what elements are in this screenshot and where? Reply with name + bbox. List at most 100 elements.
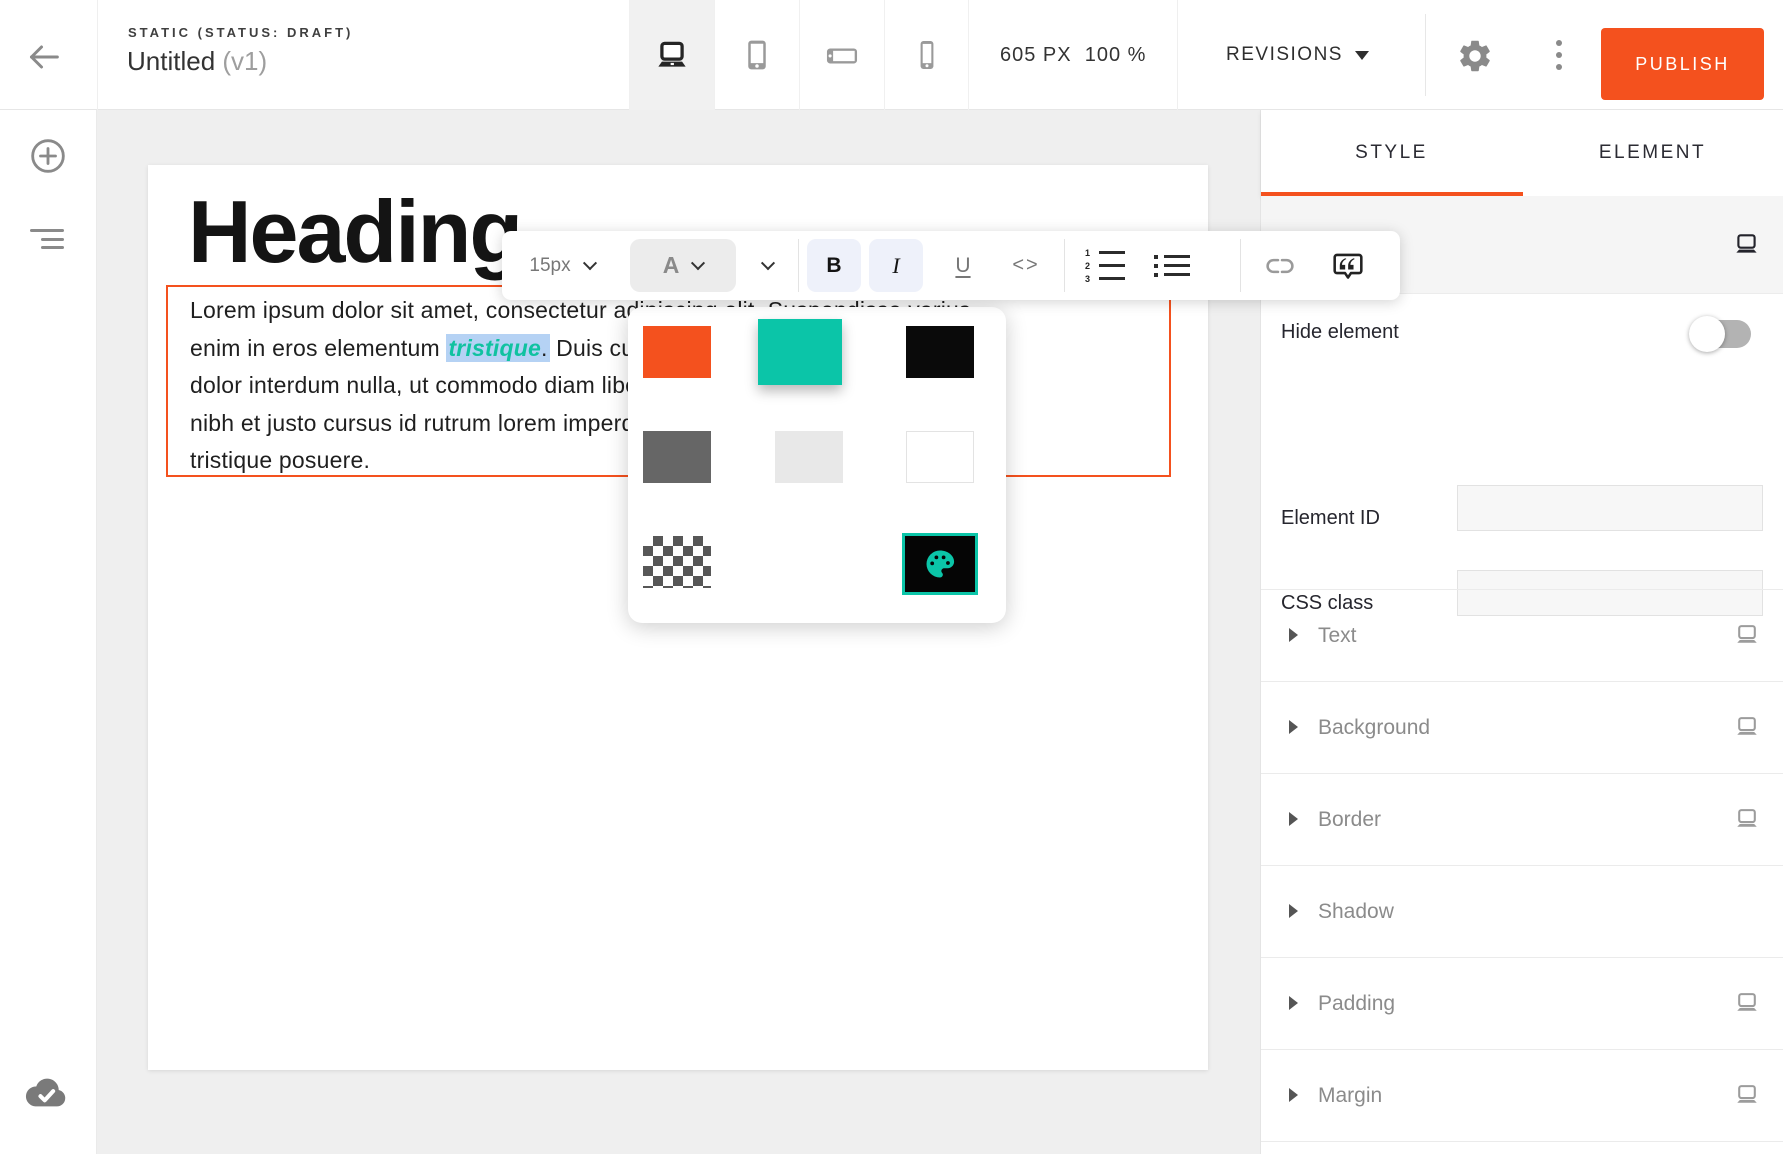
canvas-zoom-value: 100 % [1085, 44, 1147, 66]
chevron-down-icon [1355, 51, 1369, 60]
caret-right-icon [1289, 1088, 1298, 1102]
laptop-icon [1734, 623, 1760, 652]
status-label: STATIC (STATUS: DRAFT) [128, 25, 353, 40]
link-button[interactable] [1250, 231, 1310, 300]
save-status [22, 1070, 72, 1110]
caret-right-icon [1289, 812, 1298, 826]
element-id-label: Element ID [1281, 507, 1380, 530]
accordion-background[interactable]: Background [1261, 682, 1783, 773]
heading-element[interactable]: Heading [188, 181, 521, 283]
text-format-toolbar: 15px A B I U <> 1 2 3 [502, 231, 1400, 300]
text-color-dropdown[interactable]: A [630, 239, 736, 292]
top-bar: STATIC (STATUS: DRAFT) Untitled (v1) [0, 0, 1783, 110]
laptop-icon [1734, 715, 1760, 744]
tab-element[interactable]: ELEMENT [1522, 110, 1783, 196]
phone-landscape-icon [825, 40, 859, 70]
text-color-letter: A [663, 252, 680, 279]
styled-word: tristique [448, 335, 541, 361]
chevron-down-icon [691, 256, 705, 270]
layers-button[interactable] [30, 229, 66, 253]
divider [97, 0, 98, 110]
color-picker-popup [628, 307, 1006, 623]
font-size-value: 15px [529, 255, 570, 277]
color-swatch-black[interactable] [906, 326, 974, 378]
link-icon [1264, 250, 1296, 282]
color-swatch-transparent[interactable] [643, 536, 711, 588]
divider [1064, 239, 1065, 292]
arrow-left-icon [24, 37, 64, 77]
doc-version: (v1) [222, 46, 267, 76]
back-button[interactable] [24, 37, 64, 77]
publish-button[interactable]: PUBLISH [1601, 28, 1764, 100]
bold-button[interactable]: B [807, 239, 861, 292]
accordion-margin[interactable]: Margin [1261, 1050, 1783, 1141]
ordered-list-icon: 1 2 3 [1085, 249, 1125, 283]
tab-style[interactable]: STYLE [1261, 110, 1522, 196]
font-size-dropdown[interactable]: 15px [512, 231, 612, 300]
color-swatch-white[interactable] [906, 431, 974, 483]
device-preview-group [629, 0, 969, 110]
quote-button[interactable] [1318, 231, 1378, 300]
settings-button[interactable] [1456, 37, 1494, 75]
accordion-text[interactable]: Text [1261, 590, 1783, 681]
revisions-label: REVISIONS [1226, 44, 1343, 66]
ordered-list-button[interactable]: 1 2 3 [1076, 231, 1134, 300]
tablet-icon [742, 38, 772, 72]
caret-right-icon [1289, 996, 1298, 1010]
caret-right-icon [1289, 904, 1298, 918]
italic-button[interactable]: I [869, 239, 923, 292]
left-toolbar [0, 110, 97, 1154]
canvas-size-zoom: 605 PX 100 % [1000, 0, 1146, 110]
divider [1240, 239, 1241, 292]
device-phone-landscape-button[interactable] [799, 0, 884, 110]
divider [1261, 1141, 1783, 1142]
bullet-list-icon [1154, 255, 1190, 277]
text-selection-highlight: tristique. [446, 334, 549, 362]
accordion-border[interactable]: Border [1261, 774, 1783, 865]
palette-icon [922, 546, 958, 582]
device-scope-button[interactable] [1733, 232, 1760, 262]
color-swatch-light-gray[interactable] [775, 431, 843, 483]
page-title: Untitled (v1) [127, 46, 267, 77]
cloud-check-icon [22, 1070, 72, 1110]
add-element-button[interactable] [28, 136, 68, 176]
hide-element-label: Hide element [1281, 321, 1399, 344]
canvas-width-value: 605 PX [1000, 44, 1072, 66]
laptop-icon [1733, 232, 1760, 257]
color-swatch-teal[interactable] [758, 319, 842, 385]
color-swatch-orange[interactable] [643, 326, 711, 378]
color-swatch-dark-gray[interactable] [643, 431, 711, 483]
gear-icon [1456, 37, 1494, 75]
chevron-down-icon [761, 256, 775, 270]
device-tablet-button[interactable] [714, 0, 799, 110]
panel-tab-bar: STYLE ELEMENT [1261, 110, 1783, 196]
revisions-dropdown[interactable]: REVISIONS [1226, 0, 1369, 110]
laptop-icon [655, 40, 689, 70]
laptop-icon [1734, 807, 1760, 836]
caret-right-icon [1289, 628, 1298, 642]
highlight-color-dropdown[interactable] [748, 231, 788, 300]
custom-color-button[interactable] [902, 533, 978, 595]
accordion-padding[interactable]: Padding [1261, 958, 1783, 1049]
device-phone-button[interactable] [884, 0, 969, 110]
code-button[interactable]: <> [1000, 231, 1052, 300]
toggle-knob [1689, 316, 1725, 352]
layers-icon [30, 229, 64, 232]
doc-title-text: Untitled [127, 46, 215, 76]
quote-icon [1331, 249, 1365, 283]
laptop-icon [1734, 1083, 1760, 1112]
accordion-shadow[interactable]: Shadow [1261, 866, 1783, 957]
divider [798, 239, 799, 292]
bullet-list-button[interactable] [1140, 231, 1204, 300]
divider [1425, 14, 1426, 96]
more-options-button[interactable] [1549, 33, 1569, 77]
underline-button[interactable]: U [938, 231, 988, 300]
hide-element-toggle[interactable] [1693, 320, 1751, 348]
phone-icon [913, 38, 941, 72]
laptop-icon [1734, 991, 1760, 1020]
element-id-input[interactable] [1457, 485, 1763, 531]
kebab-icon [1556, 40, 1562, 46]
plus-circle-icon [28, 136, 68, 176]
caret-right-icon [1289, 720, 1298, 734]
device-desktop-button[interactable] [629, 0, 714, 110]
